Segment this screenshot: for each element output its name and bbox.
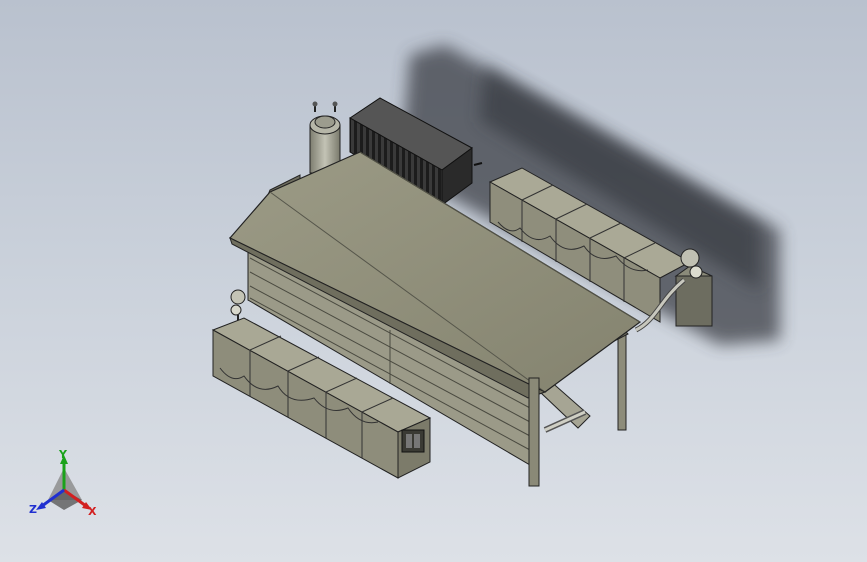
- y-axis-label: Y: [59, 448, 67, 461]
- x-axis-label: X: [88, 505, 97, 518]
- view-triad: [36, 455, 92, 510]
- cad-viewport[interactable]: Y X Z: [0, 0, 867, 562]
- model-scene[interactable]: [0, 0, 867, 562]
- z-axis-label: Z: [29, 503, 37, 516]
